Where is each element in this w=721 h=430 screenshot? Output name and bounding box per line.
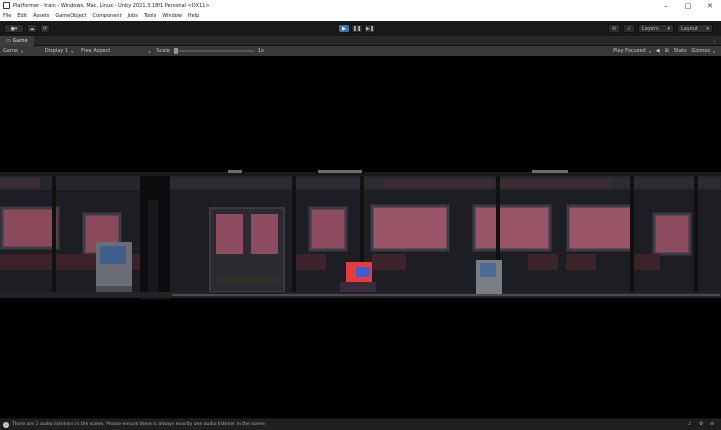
menu-bar: File Edit Assets GameObject Component Jo…	[0, 11, 721, 21]
scale-label: Scale	[156, 48, 170, 54]
unity-logo-icon	[3, 2, 10, 9]
aspect-dropdown[interactable]: Free Aspect ▾	[81, 48, 150, 54]
scale-slider-handle[interactable]	[173, 48, 178, 54]
stats-button[interactable]: Stats	[674, 48, 687, 54]
play-focused-dropdown[interactable]: Play Focused ▾	[613, 48, 651, 54]
tab-bar: ▭ Game ⋮	[0, 35, 721, 46]
pause-button[interactable]: ❚❚	[351, 24, 363, 33]
step-button[interactable]: ▶❚	[364, 24, 376, 33]
display-dropdown[interactable]: Display 1 ▾	[45, 48, 73, 54]
chevron-down-icon: ▾	[20, 48, 23, 54]
menu-assets[interactable]: Assets	[33, 13, 49, 19]
window-titlebar: Platformer - train - Windows, Mac, Linux…	[0, 0, 721, 11]
layers-dropdown[interactable]: Layers ▾	[638, 24, 674, 33]
minimize-button[interactable]: –	[655, 0, 677, 11]
debug-icon[interactable]: ⚙	[699, 421, 706, 428]
menu-edit[interactable]: Edit	[17, 13, 27, 19]
search-icon: ⌕	[627, 25, 631, 32]
train-scene	[0, 170, 721, 300]
game-mode-label: Game	[3, 48, 18, 54]
search-button[interactable]: ⌕	[623, 24, 635, 33]
cloud-button[interactable]: ☁	[27, 24, 37, 33]
tab-game[interactable]: ▭ Game	[0, 35, 34, 46]
vsync-button[interactable]: ⊞	[665, 48, 669, 54]
chevron-down-icon: ▾	[148, 48, 151, 54]
info-icon: i	[3, 421, 9, 428]
chevron-down-icon: ▾	[71, 48, 74, 54]
game-view-toolbar-right: Play Focused ▾ ◀ ⊞ Stats Gizmos ▾	[608, 48, 715, 54]
scale-value: 1x	[257, 48, 264, 54]
layers-label: Layers	[642, 25, 659, 32]
menu-gameobject[interactable]: GameObject	[55, 13, 86, 19]
game-mode-dropdown[interactable]: Game ▾	[3, 48, 23, 54]
scale-control: Scale 1x	[156, 48, 264, 54]
main-toolbar: ●▾ ☁ ⟳ ▶ ❚❚ ▶❚ ⟲ ⌕ Layers ▾ Layout ▾	[0, 21, 721, 36]
gamepad-icon: ▭	[6, 37, 11, 44]
terminal-robot-left	[96, 242, 132, 292]
console-message[interactable]: There are 2 audio listeners in the scene…	[12, 422, 266, 427]
tab-menu-icon[interactable]: ⋮	[712, 38, 717, 44]
chevron-down-icon: ▾	[648, 48, 651, 54]
bell-icon[interactable]: ♪	[688, 421, 695, 428]
refresh-icon: ⟳	[42, 25, 48, 32]
layout-label: Layout	[681, 25, 698, 32]
close-button[interactable]: ✕	[699, 0, 721, 11]
game-viewport[interactable]	[0, 56, 721, 418]
status-bar: i There are 2 audio listeners in the sce…	[0, 418, 721, 430]
play-focused-label: Play Focused	[613, 48, 646, 54]
cloud-icon: ☁	[29, 25, 35, 32]
play-controls: ▶ ❚❚ ▶❚	[338, 24, 377, 33]
tab-game-label: Game	[12, 37, 28, 44]
chevron-down-icon: ▾	[706, 25, 709, 32]
window-controls: – □ ✕	[655, 0, 721, 11]
collab-button[interactable]: ⟳	[40, 24, 50, 33]
layers-icon[interactable]: ≡	[710, 421, 717, 428]
mute-audio-button[interactable]: ◀	[656, 48, 660, 54]
menu-component[interactable]: Component	[93, 13, 122, 19]
menu-help[interactable]: Help	[188, 13, 199, 19]
game-view-toolbar: Game ▾ Display 1 ▾ Free Aspect ▾ Scale 1…	[0, 46, 721, 56]
menu-jobs[interactable]: Jobs	[128, 13, 138, 19]
chevron-down-icon: ▾	[712, 48, 715, 54]
display-label: Display 1	[44, 48, 69, 54]
menu-tools[interactable]: Tools	[144, 13, 156, 19]
menu-file[interactable]: File	[3, 13, 11, 19]
history-button[interactable]: ⟲	[608, 24, 620, 33]
gizmos-label: Gizmos	[691, 48, 710, 54]
history-icon: ⟲	[611, 25, 617, 32]
window-title: Platformer - train - Windows, Mac, Linux…	[13, 2, 210, 9]
layout-dropdown[interactable]: Layout ▾	[677, 24, 713, 33]
scale-slider[interactable]	[173, 48, 254, 54]
user-icon: ●▾	[10, 25, 18, 32]
toolbar-right: ⟲ ⌕ Layers ▾ Layout ▾	[605, 24, 713, 33]
maximize-button[interactable]: □	[677, 0, 699, 11]
aspect-label: Free Aspect	[81, 48, 111, 54]
terminal-robot-right	[476, 260, 502, 294]
sync-icon: ⊞	[664, 48, 669, 54]
gizmos-button[interactable]: Gizmos ▾	[692, 48, 715, 54]
status-icons: ♪ ⚙ ≡	[684, 421, 717, 428]
speaker-icon: ◀	[655, 48, 660, 54]
account-button[interactable]: ●▾	[4, 24, 24, 33]
play-button[interactable]: ▶	[338, 24, 350, 33]
chevron-down-icon: ▾	[667, 25, 670, 32]
menu-window[interactable]: Window	[162, 13, 182, 19]
